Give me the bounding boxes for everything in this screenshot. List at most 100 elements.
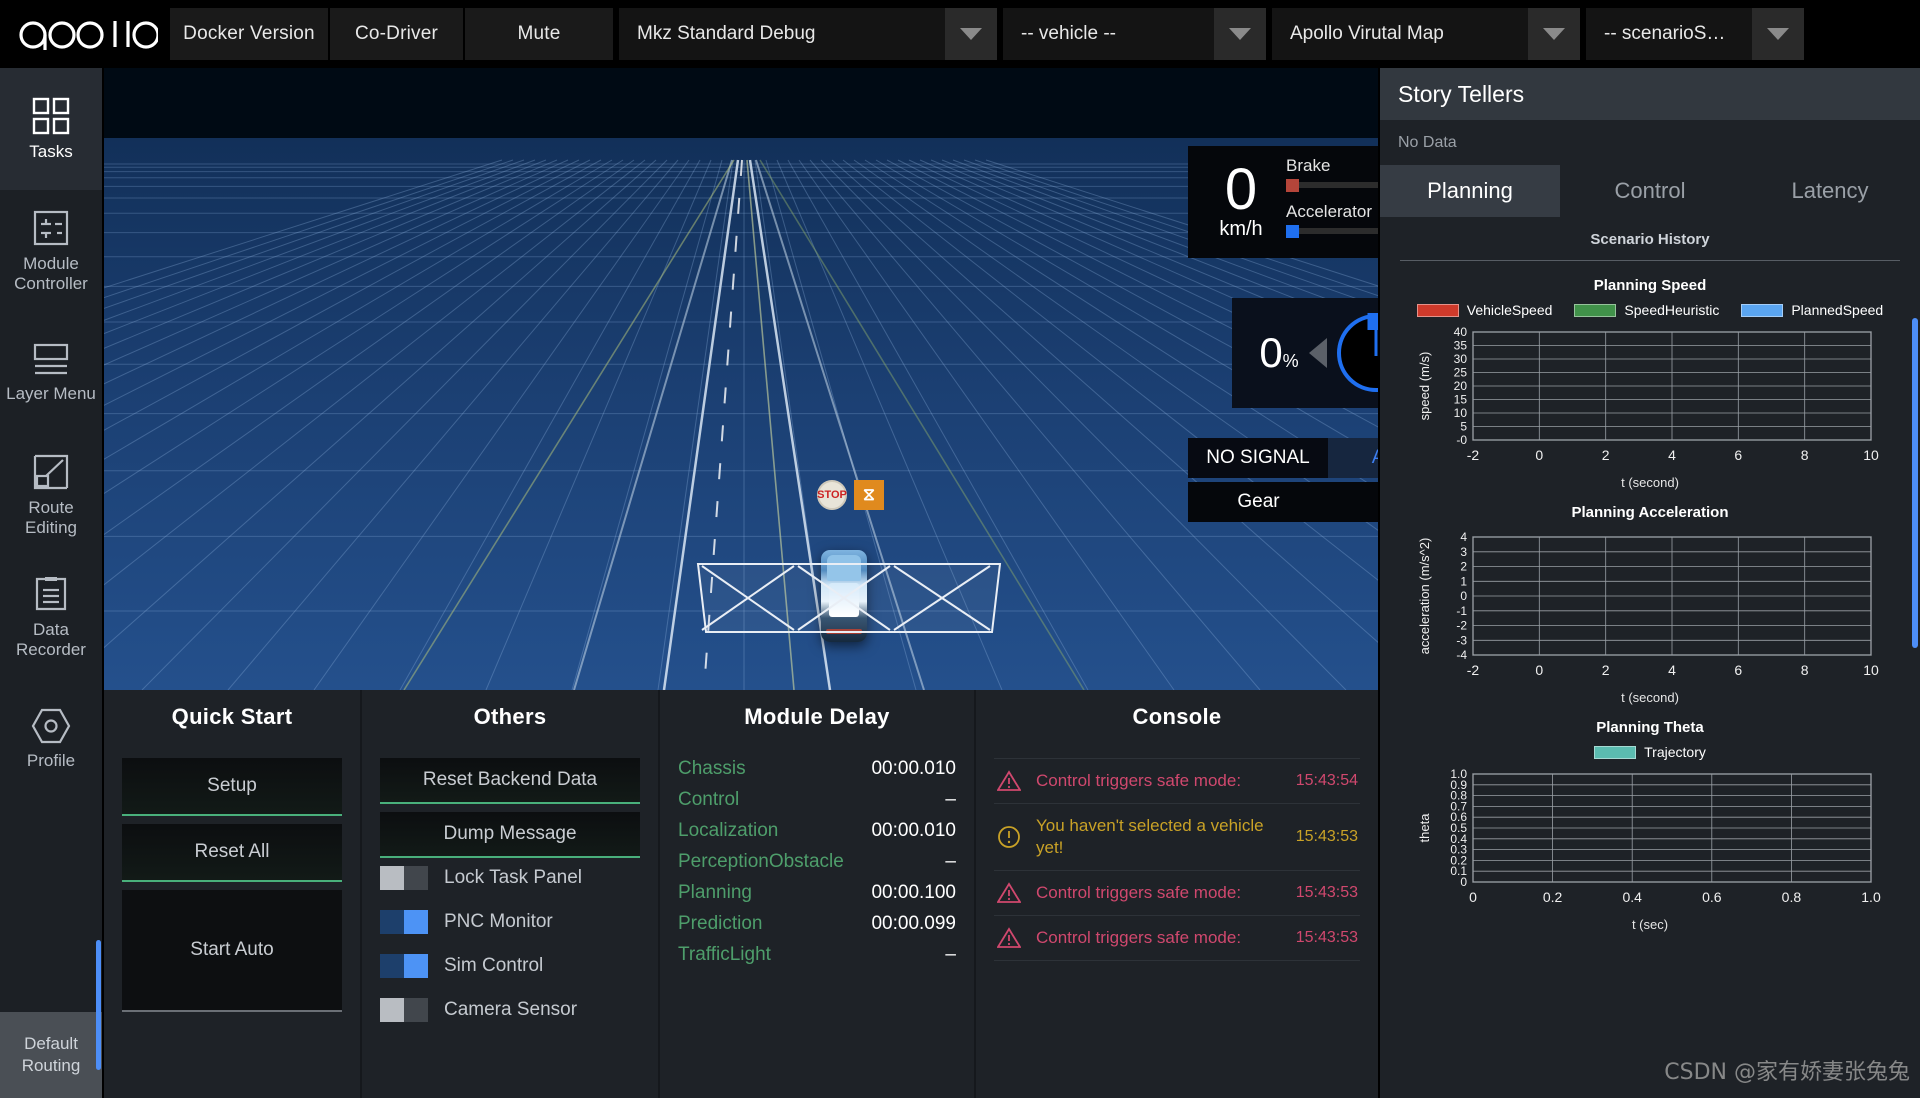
svg-text:8: 8 xyxy=(1801,662,1809,678)
legend-entry: PlannedSpeed xyxy=(1741,302,1883,318)
console-entry[interactable]: Control triggers safe mode:15:43:53 xyxy=(994,871,1360,915)
camera-sensor-toggle[interactable]: Camera Sensor xyxy=(380,998,640,1022)
scenario-set-select[interactable]: -- scenarioSet -- xyxy=(1586,8,1806,60)
mute-button[interactable]: Mute xyxy=(465,8,615,60)
planning-charts-container: Planning SpeedVehicleSpeedSpeedHeuristic… xyxy=(1380,267,1920,936)
reset-backend-data-button[interactable]: Reset Backend Data xyxy=(380,758,640,804)
svg-text:20: 20 xyxy=(1454,379,1468,393)
co-driver-button-label: Co-Driver xyxy=(355,23,438,45)
reset-all-button[interactable]: Reset All xyxy=(122,824,342,882)
start-auto-button[interactable]: Start Auto xyxy=(122,890,342,1012)
vehicle-select[interactable]: -- vehicle -- xyxy=(1003,8,1268,60)
console-entry[interactable]: You haven't selected a vehicle yet!15:43… xyxy=(994,804,1360,870)
hud-accelerator-knob xyxy=(1286,225,1299,238)
grid-icon xyxy=(31,96,71,136)
sim-control-toggle-switch[interactable] xyxy=(380,954,428,978)
tab-latency[interactable]: Latency xyxy=(1740,165,1920,217)
sim-control-toggle-label: Sim Control xyxy=(444,955,543,977)
hud-brake-label: Brake xyxy=(1286,156,1330,176)
reset-backend-data-button-label: Reset Backend Data xyxy=(423,769,597,791)
tab-planning[interactable]: Planning xyxy=(1380,165,1560,217)
3d-simulation-view[interactable]: STOP ⧖ 0 km/h Brake 0% Accelerator xyxy=(104,68,1378,690)
lock-task-panel-toggle[interactable]: Lock Task Panel xyxy=(380,866,640,890)
sidebar-item-data-recorder[interactable]: Data Recorder xyxy=(0,556,102,678)
tab-control[interactable]: Control xyxy=(1560,165,1740,217)
hud-accelerator-label: Accelerator xyxy=(1286,202,1372,222)
svg-text:0.4: 0.4 xyxy=(1622,889,1642,905)
dump-message-button[interactable]: Dump Message xyxy=(380,812,640,858)
hud-pedal-bars: Brake 0% Accelerator 0% xyxy=(1280,156,1378,248)
pnc-monitor-toggle[interactable]: PNC Monitor xyxy=(380,910,640,934)
hud-steering-value: 0 xyxy=(1259,329,1282,376)
chevron-down-icon[interactable] xyxy=(1752,8,1804,60)
reset-all-button-label: Reset All xyxy=(195,841,270,863)
legend-label: VehicleSpeed xyxy=(1467,302,1553,318)
hud-signal-status: NO SIGNAL xyxy=(1188,438,1328,478)
lock-task-panel-toggle-switch[interactable] xyxy=(380,866,428,890)
pnc-monitor-toggle-switch[interactable] xyxy=(380,910,428,934)
sidebar-item-label: Module Controller xyxy=(0,254,102,294)
chevron-down-icon[interactable] xyxy=(1528,8,1580,60)
console-entry-time: 15:43:53 xyxy=(1296,929,1358,947)
chevron-down-icon[interactable] xyxy=(1214,8,1266,60)
module-delay-value: 00:00.010 xyxy=(871,758,956,780)
sidebar-item-default-routing[interactable]: Default Routing xyxy=(0,1012,102,1098)
svg-text:2: 2 xyxy=(1602,662,1610,678)
svg-text:0: 0 xyxy=(1469,889,1477,905)
hud-signal-panel: NO SIGNAL AUTO xyxy=(1188,438,1378,478)
docker-version-button[interactable]: Docker Version xyxy=(170,8,330,60)
ego-vehicle xyxy=(821,550,867,642)
hud-speed-readout: 0 km/h xyxy=(1202,164,1280,241)
steering-wheel-needle xyxy=(1374,322,1377,356)
hud-speed-unit: km/h xyxy=(1202,218,1280,241)
svg-text:4: 4 xyxy=(1668,447,1676,463)
module-delay-value: 00:00.099 xyxy=(871,913,956,935)
hexagon-icon xyxy=(30,707,72,745)
svg-text:-1: -1 xyxy=(1456,604,1467,618)
map-select[interactable]: Apollo Virutal Map xyxy=(1272,8,1582,60)
camera-sensor-toggle-switch[interactable] xyxy=(380,998,428,1022)
sidebar-item-route-editing[interactable]: Route Editing xyxy=(0,434,102,556)
sidebar-item-layer-menu[interactable]: Layer Menu xyxy=(0,312,102,434)
legend-label: Trajectory xyxy=(1644,744,1706,760)
vehicle-select-value: -- vehicle -- xyxy=(1003,23,1214,45)
error-triangle-icon xyxy=(996,927,1022,949)
tab-label: Latency xyxy=(1791,178,1868,204)
module-delay-value: 00:00.010 xyxy=(871,820,956,842)
sidebar-item-tasks[interactable]: Tasks xyxy=(0,68,102,190)
warning-sign-label: ⧖ xyxy=(863,485,875,505)
module-delay-name: Localization xyxy=(678,820,778,842)
module-delay-row: PerceptionObstacle– xyxy=(678,851,956,873)
hud-gear-label: Gear xyxy=(1188,491,1329,513)
clipboard-icon xyxy=(32,574,70,614)
story-tellers-scrollbar[interactable] xyxy=(1912,318,1918,648)
module-delay-panel: Module Delay Chassis00:00.010Control–Loc… xyxy=(658,690,974,1098)
sidebar-item-profile[interactable]: Profile xyxy=(0,678,102,800)
svg-text:1.0: 1.0 xyxy=(1450,767,1467,781)
mode-select[interactable]: Mkz Standard Debug xyxy=(619,8,999,60)
sidebar-item-list: Tasks Module Controller Layer MenuRoute Ed… xyxy=(0,68,102,800)
legend-entry: SpeedHeuristic xyxy=(1574,302,1719,318)
svg-text:speed (m/s): speed (m/s) xyxy=(1417,352,1432,421)
sidebar-scrollbar[interactable] xyxy=(96,940,101,1070)
setup-button[interactable]: Setup xyxy=(122,758,342,816)
sidebar-item-label: Tasks xyxy=(29,142,72,162)
svg-text:0: 0 xyxy=(1535,447,1543,463)
console-entry-text: Control triggers safe mode: xyxy=(1036,882,1282,904)
svg-text:35: 35 xyxy=(1454,339,1468,353)
console-entry[interactable]: Control triggers safe mode:15:43:53 xyxy=(994,916,1360,960)
vehicle-windshield xyxy=(829,583,859,617)
console-entry-list[interactable]: Control triggers safe mode:15:43:54You h… xyxy=(994,758,1360,961)
chevron-down-icon[interactable] xyxy=(945,8,997,60)
module-delay-value: – xyxy=(945,789,956,811)
chart-legend: Trajectory xyxy=(1396,744,1904,760)
svg-text:6: 6 xyxy=(1734,447,1742,463)
co-driver-button[interactable]: Co-Driver xyxy=(330,8,465,60)
apollo-dreamview-app: Docker Version Co-Driver Mute Mkz Standard… xyxy=(0,0,1920,1098)
console-entry[interactable]: Control triggers safe mode:15:43:54 xyxy=(994,759,1360,803)
sim-control-toggle[interactable]: Sim Control xyxy=(380,954,640,978)
hud-brake-knob xyxy=(1286,179,1299,192)
story-tellers-header: Story Tellers xyxy=(1380,68,1920,120)
hud-accelerator-row: Accelerator 0% xyxy=(1286,202,1378,222)
sidebar-item-module-controller[interactable]: Module Controller xyxy=(0,190,102,312)
